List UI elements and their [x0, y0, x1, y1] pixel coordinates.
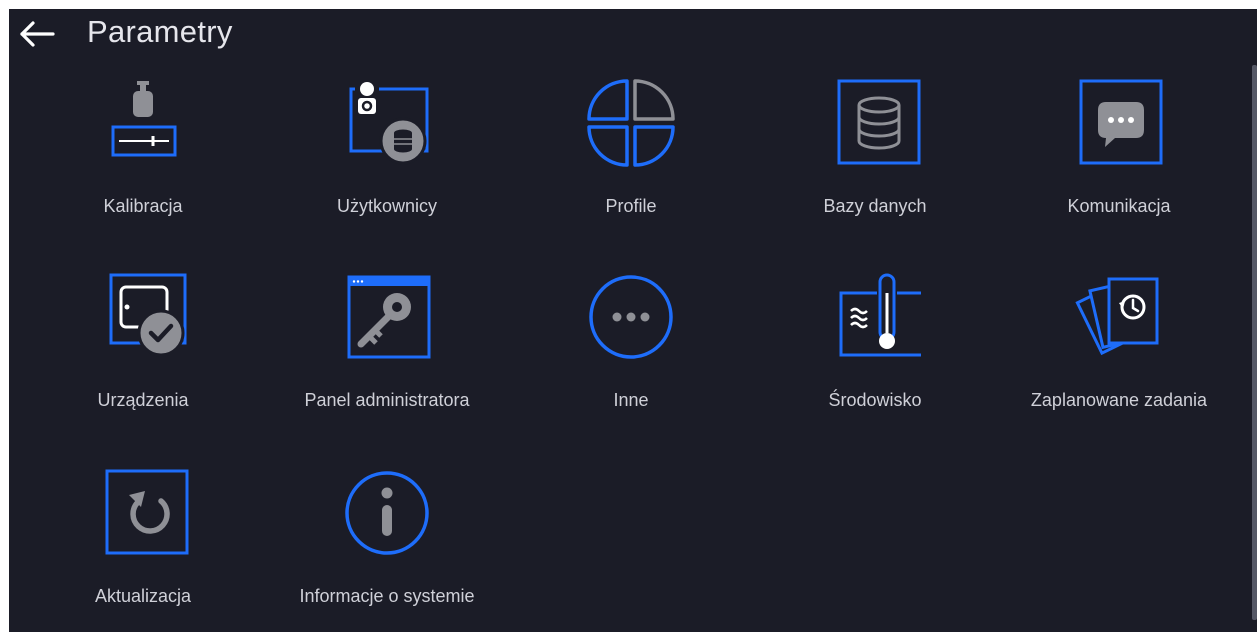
tile-srodowisko[interactable]: Środowisko: [760, 271, 990, 451]
device-check-icon: [109, 273, 187, 357]
tile-panel-administratora[interactable]: Panel administratora: [272, 271, 502, 451]
tile-profile[interactable]: Profile: [516, 77, 746, 257]
tile-label: Środowisko: [828, 390, 922, 410]
chat-bubble-icon: [1079, 79, 1163, 165]
tile-label: Aktualizacja: [94, 586, 192, 606]
admin-key-icon: [347, 275, 431, 359]
tile-komunikacja[interactable]: Komunikacja: [1004, 77, 1234, 257]
tile-label: Bazy danych: [823, 196, 927, 216]
tile-label: Informacje o systemie: [299, 586, 475, 606]
scheduled-tasks-icon: [1075, 277, 1159, 356]
tile-urzadzenia[interactable]: Urządzenia: [28, 271, 258, 451]
tile-label: Inne: [613, 390, 649, 410]
calibration-weight-icon: [111, 81, 177, 157]
tile-label: Kalibracja: [103, 196, 183, 216]
update-refresh-icon: [105, 469, 189, 555]
tile-label: Użytkownicy: [336, 196, 438, 216]
scrollbar[interactable]: [1252, 65, 1257, 620]
tile-label: Panel administratora: [304, 390, 470, 410]
tile-inne[interactable]: Inne: [516, 271, 746, 451]
tile-kalibracja[interactable]: Kalibracja: [28, 77, 258, 257]
settings-grid: Kalibracja Użytkownicy Profile Bazy dany…: [9, 9, 1249, 632]
tile-informacje-o-systemie[interactable]: Informacje o systemie: [272, 467, 502, 632]
thermometer-icon: [839, 273, 921, 357]
tile-bazy-danych[interactable]: Bazy danych: [760, 77, 990, 257]
tile-uzytkownicy[interactable]: Użytkownicy: [272, 77, 502, 257]
parameters-screen: Parametry Kalibracja Użytkownicy Profile…: [9, 9, 1257, 632]
users-database-icon: [349, 81, 429, 165]
info-icon: [345, 471, 429, 555]
tile-aktualizacja[interactable]: Aktualizacja: [28, 467, 258, 632]
tile-label: Profile: [605, 196, 657, 216]
tile-label: Zaplanowane zadania: [1030, 390, 1208, 410]
profiles-pie-icon: [587, 79, 675, 167]
tile-label: Komunikacja: [1067, 196, 1171, 216]
database-icon: [837, 79, 921, 165]
more-dots-icon: [589, 275, 673, 359]
tile-zaplanowane-zadania[interactable]: Zaplanowane zadania: [1004, 271, 1234, 451]
tile-label: Urządzenia: [97, 390, 189, 410]
